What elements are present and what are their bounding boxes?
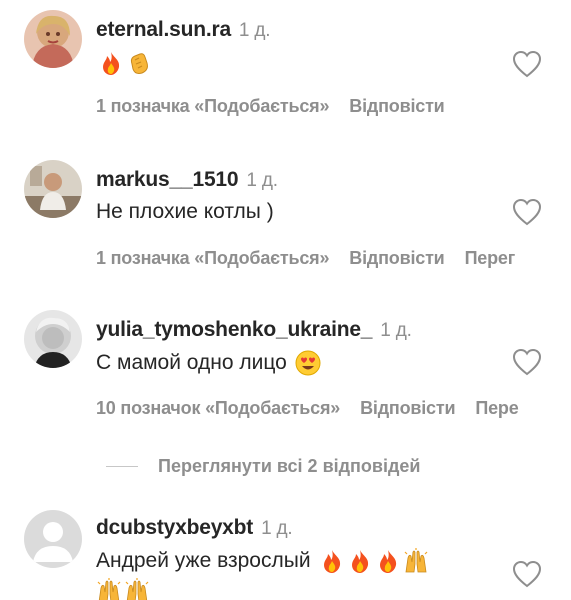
heart-eyes-emoji xyxy=(295,350,321,376)
fire-emoji xyxy=(319,548,345,574)
comment-time: 1 д. xyxy=(380,320,412,341)
comment-text xyxy=(96,50,152,76)
comment-username[interactable]: eternal.sun.ra xyxy=(96,18,231,41)
reply-button[interactable]: Відповісти xyxy=(360,398,455,418)
comment-time: 1 д. xyxy=(261,518,293,539)
raising-hands-emoji xyxy=(403,548,429,574)
clapping-hands-emoji xyxy=(126,50,152,76)
comment-username[interactable]: markus__1510 xyxy=(96,168,239,191)
avatar[interactable] xyxy=(24,10,82,68)
comment-username[interactable]: yulia_tymoshenko_ukraine_ xyxy=(96,318,372,341)
avatar[interactable] xyxy=(24,310,82,368)
avatar[interactable] xyxy=(24,510,82,568)
comment-time: 1 д. xyxy=(238,20,271,41)
comment-text: Андрей уже взрослый xyxy=(96,549,311,572)
divider xyxy=(106,466,138,467)
fire-emoji xyxy=(347,548,373,574)
likes-count[interactable]: 10 позначок «Подобається» xyxy=(96,398,340,418)
view-replies-button[interactable]: Переглянути всі 2 відповідей xyxy=(106,456,421,477)
fire-emoji xyxy=(375,548,401,574)
reply-button[interactable]: Відповісти xyxy=(349,96,444,116)
likes-count[interactable]: 1 позначка «Подобається» xyxy=(96,96,329,116)
likes-count[interactable]: 1 позначка «Подобається» xyxy=(96,248,329,268)
translate-button[interactable]: Перег xyxy=(465,248,516,268)
like-heart-icon[interactable] xyxy=(512,560,542,588)
like-heart-icon[interactable] xyxy=(512,198,542,226)
like-heart-icon[interactable] xyxy=(512,348,542,376)
comment-time: 1 д. xyxy=(246,170,278,191)
comment-text: С мамой одно лицо xyxy=(96,351,287,374)
avatar[interactable] xyxy=(24,160,82,218)
view-replies-label: Переглянути всі 2 відповідей xyxy=(158,456,421,476)
like-heart-icon[interactable] xyxy=(512,50,542,78)
comments-list: eternal.sun.ra 1 д. 1 позначка «Подобаєть… xyxy=(0,0,571,600)
comment-username[interactable]: dcubstyxbeyxbt xyxy=(96,516,253,539)
reply-button[interactable]: Відповісти xyxy=(349,248,444,268)
raising-hands-emoji xyxy=(96,578,122,600)
translate-button[interactable]: Пере xyxy=(475,398,518,418)
fire-emoji xyxy=(98,50,124,76)
comment-text: Не плохие котлы ) xyxy=(96,200,274,223)
raising-hands-emoji xyxy=(124,578,150,600)
